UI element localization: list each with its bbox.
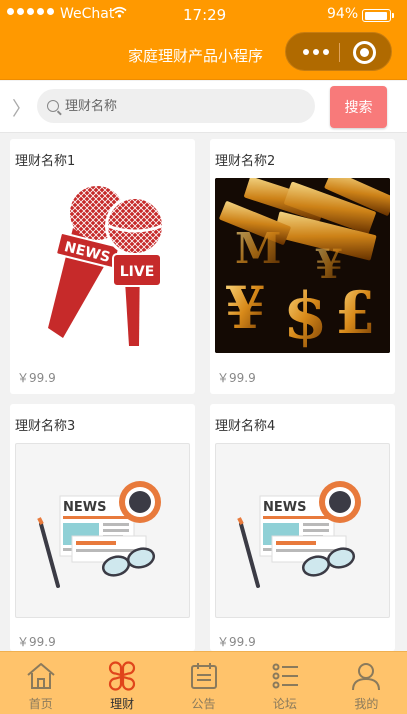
capsule-divider	[339, 43, 340, 62]
product-image-newspaper: NEWS	[215, 443, 390, 618]
calendar-icon	[190, 663, 217, 689]
tab-announcements[interactable]: 公告	[163, 652, 244, 714]
home-icon	[27, 663, 55, 689]
clock: 17:29	[183, 6, 227, 24]
tab-home[interactable]: 首页	[0, 652, 81, 714]
tab-label: 首页	[28, 697, 53, 711]
product-name: 理财名称3	[15, 419, 76, 434]
search-button[interactable]: 搜索	[330, 86, 387, 128]
product-card[interactable]: 理财名称2 ¥ $ £ M ¥ ￥99.9	[210, 139, 395, 394]
product-card[interactable]: 理财名称3 NEWS ￥99.9	[10, 404, 195, 651]
battery-percent: 94%	[327, 6, 359, 22]
top-bar: WeChat 17:29 94% 家庭理财产品小程序	[0, 0, 407, 80]
svg-text:¥: ¥	[315, 241, 343, 288]
tab-forum[interactable]: 论坛	[244, 652, 325, 714]
carrier-label: WeChat	[60, 6, 115, 22]
clover-icon	[109, 661, 136, 691]
user-icon	[352, 663, 381, 691]
wifi-icon	[112, 6, 127, 22]
product-price: ￥99.9	[17, 371, 56, 385]
tab-label: 论坛	[272, 697, 297, 711]
page-title: 家庭理财产品小程序	[128, 47, 264, 65]
svg-text:M: M	[235, 224, 282, 273]
product-image-microphones: NEWS LIVE	[15, 178, 190, 353]
mini-program-capsule	[285, 32, 392, 71]
product-name: 理财名称2	[215, 154, 276, 169]
signal-icon	[7, 8, 54, 15]
search-box[interactable]	[37, 89, 315, 123]
battery-icon	[362, 9, 394, 22]
svg-text:¥: ¥	[225, 274, 265, 342]
search-bar: 〉 搜索	[0, 81, 407, 133]
tab-label: 公告	[191, 697, 216, 711]
svg-text:$: $	[283, 279, 328, 353]
product-card[interactable]: 理财名称4 NEWS ￥99.9	[210, 404, 395, 651]
list-icon	[272, 663, 298, 689]
close-icon[interactable]	[353, 41, 376, 64]
chevron-right-icon[interactable]: 〉	[12, 94, 31, 121]
product-card[interactable]: 理财名称1 NEWS LIVE ￥99.9	[10, 139, 195, 394]
product-name: 理财名称4	[215, 419, 276, 434]
product-image-gold-currency: ¥ $ £ M ¥	[215, 178, 390, 353]
svg-text:£: £	[335, 279, 375, 347]
tab-label: 我的	[354, 697, 379, 711]
tab-label: 理财	[110, 697, 135, 711]
product-image-newspaper: NEWS	[15, 443, 190, 618]
tab-profile[interactable]: 我的	[326, 652, 407, 714]
live-logo-text: LIVE	[120, 264, 155, 280]
more-icon[interactable]	[298, 45, 334, 59]
status-bar: WeChat 17:29 94%	[0, 0, 407, 30]
newspaper-title-text: NEWS	[263, 500, 306, 515]
tab-bar: 首页 理财 公告 论坛 我的	[0, 651, 407, 714]
tab-finance[interactable]: 理财	[81, 652, 162, 714]
product-price: ￥99.9	[217, 635, 256, 649]
product-price: ￥99.9	[17, 635, 56, 649]
search-icon	[47, 100, 59, 112]
product-price: ￥99.9	[217, 371, 256, 385]
product-name: 理财名称1	[15, 154, 76, 169]
search-input[interactable]	[65, 98, 295, 114]
newspaper-title-text: NEWS	[63, 500, 106, 515]
